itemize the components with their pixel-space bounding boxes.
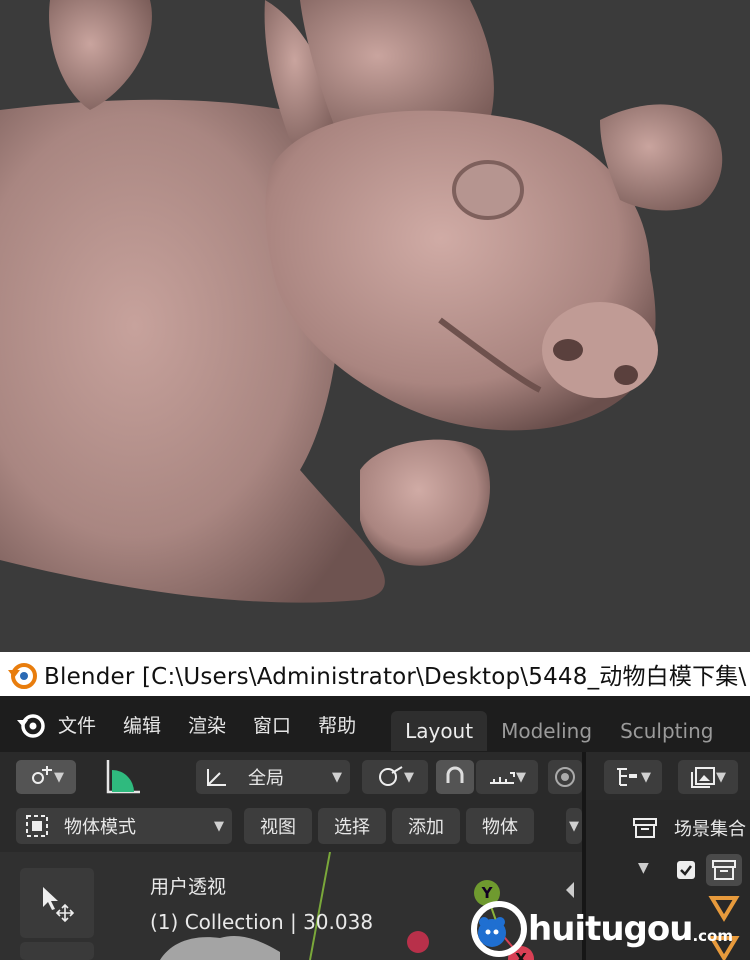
measure-angle-icon[interactable] <box>104 756 144 796</box>
window-titlebar: Blender [C:\Users\Administrator\Desktop\… <box>0 652 750 696</box>
chevron-down-icon: ▼ <box>516 769 526 785</box>
display-mode-dropdown[interactable]: ▼ <box>604 760 662 794</box>
scene-collection-label: 场景集合 <box>674 819 746 840</box>
expand-triangle-icon[interactable]: ▼ <box>638 860 649 876</box>
object-mode-icon <box>26 815 48 837</box>
filter-dropdown[interactable]: ▼ <box>678 760 738 794</box>
collection-box-icon <box>712 860 736 880</box>
tab-sculpting[interactable]: Sculpting <box>606 711 727 751</box>
menu-select[interactable]: 选择 <box>318 808 386 844</box>
menu-add[interactable]: 添加 <box>392 808 460 844</box>
top-menubar: 文件 编辑 渲染 窗口 帮助 Layout Modeling Sculpting <box>0 696 750 752</box>
tab-modeling[interactable]: Modeling <box>487 711 606 751</box>
image-filter-icon <box>691 767 715 788</box>
mode-label: 物体模式 <box>64 817 136 838</box>
select-tool-button[interactable] <box>20 868 94 938</box>
pivot-point-dropdown[interactable]: ▼ <box>16 760 76 794</box>
menu-file[interactable]: 文件 <box>58 711 96 738</box>
chevron-down-icon: ▼ <box>569 818 579 834</box>
tab-layout[interactable]: Layout <box>391 711 488 751</box>
watermark-logo-icon <box>471 901 527 957</box>
menu-object[interactable]: 物体 <box>466 808 534 844</box>
watermark-suffix: .com <box>692 927 733 945</box>
orientation-icon <box>207 769 226 786</box>
chevron-down-icon: ▼ <box>54 769 64 785</box>
viewport-header: 物体模式 ▼ 视图 选择 添加 物体 ▼ <box>0 800 582 852</box>
menu-window[interactable]: 窗口 <box>253 711 291 738</box>
outliner-display-icon <box>617 768 637 786</box>
proportional-edit-button[interactable] <box>548 760 582 794</box>
collection-icon-wrap <box>706 854 742 886</box>
select-move-icon <box>43 887 75 923</box>
window-title: Blender [C:\Users\Administrator\Desktop\… <box>44 664 747 690</box>
menu-edit[interactable]: 编辑 <box>123 711 161 738</box>
blender-logo-icon <box>8 663 37 689</box>
watermark: huitugou .com <box>470 898 733 960</box>
proportional-edit-icon <box>555 767 575 787</box>
cursor-tool-button[interactable] <box>20 942 94 960</box>
chevron-down-icon: ▼ <box>332 769 342 785</box>
collection-box-icon <box>633 818 657 838</box>
chevron-down-icon: ▼ <box>716 769 726 785</box>
watermark-text: huitugou <box>528 909 693 949</box>
menu-view[interactable]: 视图 <box>244 808 312 844</box>
chevron-down-icon: ▼ <box>404 769 414 785</box>
header-overflow-dropdown[interactable]: ▼ <box>566 808 582 844</box>
snap-increment-dropdown[interactable]: ▼ <box>476 760 538 794</box>
menu-render[interactable]: 渲染 <box>188 711 226 738</box>
chevron-down-icon: ▼ <box>641 769 651 785</box>
menu-help[interactable]: 帮助 <box>318 711 356 738</box>
snap-target-dropdown[interactable]: ▼ <box>362 760 428 794</box>
pig-sculpt-image <box>0 0 723 603</box>
snap-toggle-button[interactable] <box>436 760 474 794</box>
tool-settings-header: ▼ 全局 ▼ ▼ ▼ <box>0 752 582 800</box>
blender-menu-icon[interactable] <box>14 707 48 741</box>
outliner-row-collection[interactable]: ▼ <box>586 850 750 890</box>
collection-info-label: (1) Collection | 30.038 <box>150 910 374 934</box>
outliner-header: ▼ ▼ <box>586 752 750 800</box>
checkbox-icon[interactable] <box>676 860 696 880</box>
pivot-icon <box>32 766 52 784</box>
snap-target-icon <box>379 766 403 786</box>
magnet-icon <box>446 766 464 783</box>
render-preview <box>0 0 750 652</box>
transform-orientation-dropdown[interactable]: 全局 ▼ <box>196 760 350 794</box>
orientation-label: 全局 <box>248 768 284 789</box>
mode-dropdown[interactable]: 物体模式 ▼ <box>16 808 232 844</box>
outliner-row-scene-collection[interactable]: 场景集合 <box>586 808 750 848</box>
snap-increment-icon <box>490 772 515 784</box>
view-name-label: 用户透视 <box>150 876 227 898</box>
chevron-down-icon: ▼ <box>214 818 224 834</box>
